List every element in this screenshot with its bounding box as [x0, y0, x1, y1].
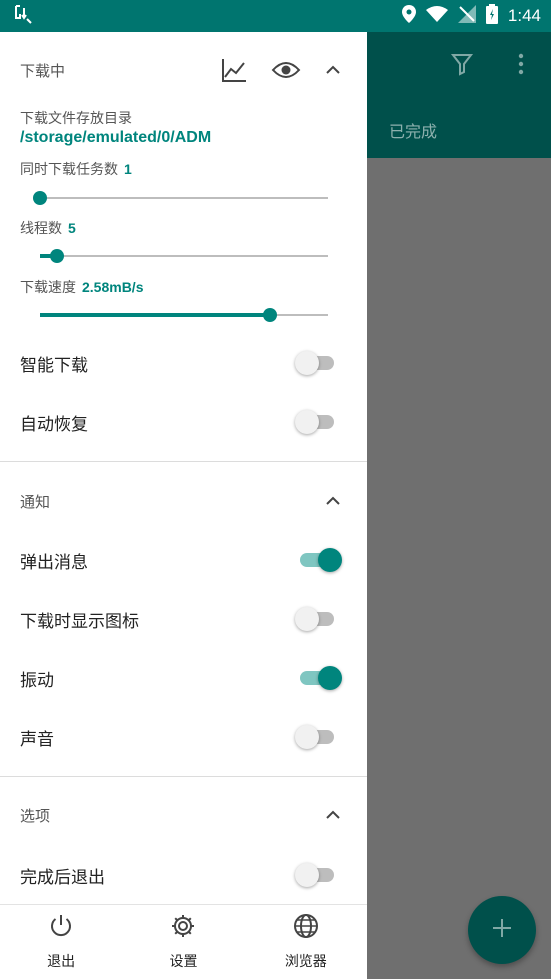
slider-thumb[interactable]: [50, 249, 65, 263]
wifi-icon: [425, 5, 448, 27]
slider-thumb[interactable]: [263, 308, 278, 322]
auto-resume-toggle[interactable]: [295, 408, 338, 436]
smart-download-label: 智能下载: [20, 355, 88, 376]
filter-icon[interactable]: [450, 52, 474, 80]
sound-toggle[interactable]: [295, 723, 338, 751]
download-notification-icon: [12, 4, 34, 28]
chart-icon[interactable]: [220, 56, 248, 84]
download-speed-value: 2.58mB/s: [82, 279, 144, 295]
download-dir-label: 下载文件存放目录: [20, 111, 132, 127]
concurrent-tasks-value: 1: [124, 161, 132, 177]
exit-label: 退出: [47, 954, 76, 970]
concurrent-tasks-slider[interactable]: [33, 188, 328, 208]
section-title-notifications: 通知: [20, 492, 51, 511]
threads-label: 线程数 5: [20, 220, 76, 237]
chevron-up-icon[interactable]: [322, 805, 344, 825]
download-speed-slider[interactable]: [40, 305, 328, 325]
settings-button[interactable]: 设置: [122, 905, 244, 979]
plus-icon: [491, 917, 513, 943]
chevron-up-icon[interactable]: [322, 60, 344, 80]
signal-icon: [457, 4, 476, 28]
chevron-up-icon[interactable]: [322, 491, 344, 511]
bottom-nav: 退出 设置 浏览器: [0, 904, 367, 979]
section-title-options: 选项: [20, 806, 51, 825]
exit-after-complete-label: 完成后退出: [20, 867, 105, 888]
more-options-icon[interactable]: [512, 52, 530, 80]
sound-label: 声音: [20, 729, 54, 750]
settings-drawer: 下载中 下载文件存放目录 /storage/emulated/0/ADM 同时下…: [0, 32, 367, 979]
smart-download-toggle[interactable]: [295, 349, 338, 377]
threads-slider[interactable]: [40, 246, 328, 266]
browser-button[interactable]: 浏览器: [245, 905, 367, 979]
globe-icon: [293, 913, 319, 943]
download-dir-path[interactable]: /storage/emulated/0/ADM: [20, 129, 211, 147]
concurrent-tasks-label: 同时下载任务数 1: [20, 161, 132, 178]
download-speed-label: 下载速度 2.58mB/s: [20, 279, 144, 296]
threads-value: 5: [68, 220, 76, 236]
gear-icon: [170, 913, 196, 943]
show-icon-toggle[interactable]: [295, 605, 338, 633]
exit-after-complete-toggle[interactable]: [295, 861, 338, 889]
popup-message-label: 弹出消息: [20, 552, 88, 573]
clock: 1:44: [507, 6, 541, 25]
popup-message-toggle[interactable]: [296, 546, 342, 574]
power-icon: [48, 913, 74, 943]
add-download-button[interactable]: [468, 896, 536, 964]
status-bar: 1:44: [0, 0, 551, 32]
section-header-options[interactable]: 选项: [0, 787, 367, 843]
browser-label: 浏览器: [284, 954, 327, 970]
settings-label: 设置: [169, 954, 198, 970]
show-icon-label: 下载时显示图标: [20, 611, 139, 632]
location-icon: [401, 4, 416, 28]
section-header-notifications[interactable]: 通知: [0, 473, 367, 529]
auto-resume-label: 自动恢复: [20, 414, 88, 435]
divider: [0, 776, 367, 777]
vibrate-toggle[interactable]: [296, 664, 342, 692]
tab-completed[interactable]: 已完成: [389, 118, 437, 142]
section-title-downloading: 下载中: [20, 61, 66, 80]
eye-icon[interactable]: [271, 56, 301, 84]
section-header-downloading: 下载中: [0, 42, 367, 98]
slider-thumb[interactable]: [33, 191, 47, 205]
divider: [0, 461, 367, 462]
vibrate-label: 振动: [20, 670, 54, 691]
exit-button[interactable]: 退出: [0, 905, 122, 979]
battery-icon: [485, 3, 498, 29]
